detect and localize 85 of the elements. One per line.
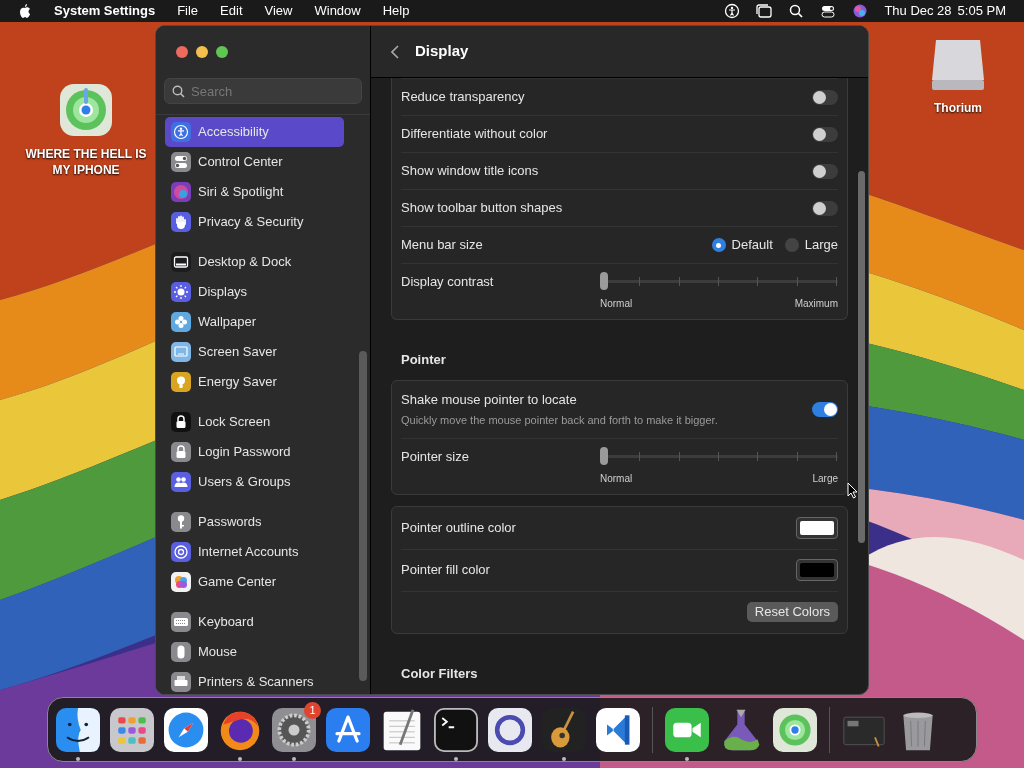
radio-option[interactable]: Large (784, 235, 838, 255)
setting-label: Pointer fill color (401, 561, 490, 580)
mouse-pointer-icon (847, 482, 858, 499)
sidebar-item[interactable]: Lock Screen (165, 407, 344, 437)
window-title: Display (415, 41, 469, 62)
slider-min-label: Normal (600, 471, 633, 486)
sidebar-item[interactable]: Keyboard (165, 607, 344, 637)
sidebar-item[interactable]: Desktop & Dock (165, 247, 344, 277)
setting-label: Differentiate without color (401, 125, 548, 144)
ring-icon[interactable] (488, 707, 532, 752)
setting-label: Reduce transparency (401, 88, 525, 107)
compass-icon[interactable] (164, 707, 208, 752)
sidebar-item[interactable]: Printers & Scanners (165, 667, 344, 694)
sidebar-item[interactable]: Login Password (165, 437, 344, 467)
sidebar-item[interactable]: Wallpaper (165, 307, 344, 337)
clock-text: 5:05 PM (957, 2, 1006, 21)
slider-max-label: Maximum (794, 297, 838, 311)
setting-label: Show window title icons (401, 162, 539, 181)
icon-label: Thorium (934, 100, 982, 116)
setting-label: Pointer size (401, 447, 469, 466)
locator-app-icon[interactable] (773, 707, 817, 752)
app-store-icon[interactable] (326, 707, 370, 752)
guitar-icon[interactable] (542, 707, 586, 752)
zoom-button[interactable] (216, 46, 228, 58)
sidebar-item[interactable]: Game Center (165, 567, 344, 597)
date-text: Thu Dec 28 (884, 2, 952, 21)
search-icon[interactable] (788, 3, 805, 19)
terminal-icon[interactable] (434, 707, 478, 752)
sidebar-item[interactable]: Displays (165, 277, 344, 307)
sidebar-item[interactable]: Privacy & Security (165, 207, 344, 237)
sidebar-item[interactable]: Internet Accounts (165, 537, 344, 567)
color-well[interactable] (796, 516, 838, 539)
menu-item[interactable]: Window (314, 1, 361, 21)
sidebar-item[interactable]: Users & Groups (165, 467, 344, 497)
close-button[interactable] (176, 46, 188, 58)
gear-icon[interactable] (272, 707, 316, 752)
sidebar-item[interactable]: Mouse (165, 637, 344, 667)
setting-label: Show toolbar button shapes (401, 199, 563, 218)
sidebar-item[interactable]: Accessibility (165, 117, 344, 147)
slider-max-label: Large (812, 471, 838, 486)
orb-icon[interactable] (852, 3, 869, 19)
slider[interactable] (600, 446, 838, 465)
slider-min-label: Normal (600, 297, 633, 311)
section-heading: Pointer (400, 351, 447, 369)
menu-item[interactable]: Help (382, 1, 410, 21)
search-icon (172, 85, 185, 98)
setting-label: Shake mouse pointer to locate (401, 390, 578, 409)
sidebar-item[interactable]: Siri & Spotlight (165, 177, 344, 207)
menu-item[interactable]: Edit (220, 1, 243, 21)
apple-logo-icon[interactable] (18, 3, 32, 19)
toggle-switch[interactable] (812, 163, 838, 179)
toggle-switch[interactable] (812, 401, 838, 417)
toggle-switch[interactable] (812, 200, 838, 216)
menu-item[interactable]: File (177, 1, 199, 21)
setting-label: Pointer outline color (401, 518, 516, 537)
setting-description: Quickly move the mouse pointer back and forth to make it bigger. (401, 413, 718, 428)
scroll-bar[interactable] (359, 351, 367, 681)
code-editor-icon[interactable] (596, 707, 640, 752)
scroll-bar[interactable] (858, 171, 865, 543)
sidebar-item[interactable]: Screen Saver (165, 337, 344, 367)
search-field[interactable]: Search (164, 78, 362, 104)
minimize-button[interactable] (196, 46, 208, 58)
back-icon[interactable] (391, 44, 399, 59)
control-center-icon[interactable] (820, 3, 837, 19)
radio-option[interactable]: Default (711, 235, 773, 255)
app-grid-icon[interactable] (110, 707, 154, 752)
toggle-switch[interactable] (812, 126, 838, 142)
sidebar-item[interactable]: Passwords (165, 507, 344, 537)
icon-label: WHERE THE HELL IS MY IPHONE (24, 146, 148, 178)
setting-label: Display contrast (401, 273, 494, 291)
sidebar-item[interactable]: Control Center (165, 147, 344, 177)
windows-icon[interactable] (756, 3, 773, 19)
menu-item[interactable]: System Settings (54, 1, 156, 21)
color-well[interactable] (796, 559, 838, 581)
notification-badge: 1 (304, 701, 321, 719)
video-camera-icon[interactable] (665, 707, 709, 752)
accessibility-icon[interactable] (724, 3, 741, 19)
menu-item[interactable]: View (264, 1, 293, 21)
setting-label: Menu bar size (401, 236, 483, 255)
section-heading: Color Filters (400, 664, 479, 683)
toggle-switch[interactable] (812, 89, 838, 105)
reset-colors-button[interactable]: Reset Colors (746, 602, 838, 622)
slider[interactable] (600, 272, 838, 290)
sidebar-item[interactable]: Energy Saver (165, 367, 344, 397)
smiling-face-icon[interactable] (56, 707, 100, 752)
